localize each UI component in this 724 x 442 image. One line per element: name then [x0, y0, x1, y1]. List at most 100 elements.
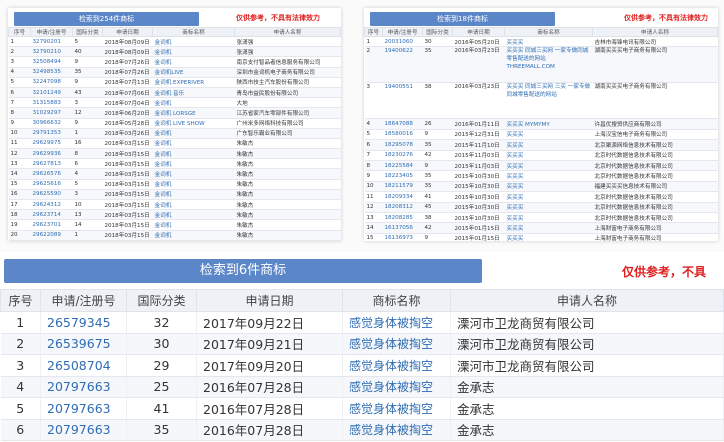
top-area: 检索到254件商标 仅供参考，不具有法律效力 序号 申请/注册号 国际分类 申请日期商…: [0, 0, 724, 252]
cell-reg-no[interactable]: 20797663: [40, 397, 127, 420]
cell-mark-name[interactable]: 金词机 LORSGE: [152, 107, 235, 119]
cell-reg-no[interactable]: 29625590: [30, 189, 73, 201]
cell-reg-no[interactable]: 18295078: [382, 139, 423, 151]
cell-reg-no[interactable]: 18230276: [382, 150, 423, 161]
cell-mark-name[interactable]: 金词机: [152, 46, 235, 58]
cell-mark-name[interactable]: 金词机 LIVE SHOW: [152, 118, 235, 129]
cell-applicant: 溧河市卫龙商贸有限公司: [450, 354, 724, 377]
cell-mark-name[interactable]: 金词机: [152, 128, 235, 139]
cell-reg-no[interactable]: 29629936: [30, 148, 73, 160]
cell-reg-no[interactable]: 32498535: [30, 67, 73, 78]
cell-class: 1: [72, 230, 103, 241]
cell-mark-name[interactable]: 金词机: [152, 219, 235, 231]
cell-mark-name[interactable]: 买买买: [504, 160, 593, 172]
cell-mark-name[interactable]: 金词机: [152, 209, 235, 221]
cell-date: 2018年03月15日: [102, 189, 153, 201]
cell-mark-name[interactable]: 买买买: [504, 233, 593, 241]
right-result-count-button[interactable]: 检索到18件商标: [370, 12, 555, 26]
cell-reg-no[interactable]: 20031060: [382, 36, 423, 48]
cell-mark-name[interactable]: 买买买: [504, 36, 593, 48]
cell-reg-no[interactable]: 18209334: [382, 191, 423, 203]
cell-mark-name[interactable]: 金词机LIVE: [152, 67, 235, 78]
cell-mark-name[interactable]: 感觉身体被掏空: [342, 333, 451, 355]
cell-mark-name[interactable]: 金词机 EXPERIVER: [152, 77, 235, 88]
cell-mark-name[interactable]: 金词机: [152, 97, 235, 109]
bottom-result-count-button[interactable]: 检索到6件商标: [4, 259, 482, 283]
cell-reg-no[interactable]: 18580016: [382, 129, 423, 141]
cell-reg-no[interactable]: 29791353: [30, 128, 73, 139]
cell-mark-name[interactable]: 买买买 MYMYMY: [504, 118, 593, 130]
cell-mark-name[interactable]: 金词机: [152, 199, 235, 211]
cell-reg-no[interactable]: 32101249: [30, 87, 73, 99]
table-row: 12 29629936 8 2018年03月15日 金词机 朱敏杰: [8, 148, 341, 160]
cell-reg-no[interactable]: 18211579: [382, 181, 423, 193]
cell-mark-name[interactable]: 金词机: [152, 230, 235, 241]
cell-mark-name[interactable]: 金词机 音乐: [152, 87, 235, 99]
cell-reg-no[interactable]: 18223405: [382, 170, 423, 182]
cell-reg-no[interactable]: 19400551: [382, 82, 423, 120]
cell-reg-no[interactable]: 18208285: [382, 212, 423, 224]
cell-applicant: 青岛市益民股份有限公司: [234, 87, 341, 99]
cell-reg-no[interactable]: 31315883: [30, 97, 73, 109]
cell-mark-name[interactable]: 买买买 同城三买网 三买 一家专做同城零售配送的网站: [504, 82, 593, 120]
cell-mark-name[interactable]: 金词机: [152, 240, 235, 241]
cell-reg-no[interactable]: 29624312: [30, 199, 73, 211]
cell-mark-name[interactable]: 金词机: [152, 189, 235, 201]
cell-reg-no[interactable]: 29623701: [30, 219, 73, 231]
cell-mark-name[interactable]: 买买买: [504, 170, 593, 182]
cell-mark-name[interactable]: 买买买: [504, 150, 593, 161]
cell-mark-name[interactable]: 买买买 同城三买网 一家专做同城零售配送的网站 THREEMALL.COM: [504, 46, 593, 84]
cell-date: 2016年05月20日: [452, 36, 505, 48]
cell-mark-name[interactable]: 买买买: [504, 181, 593, 193]
cell-mark-name[interactable]: 金词机: [152, 168, 235, 180]
cell-reg-no[interactable]: 30966632: [30, 118, 73, 129]
cell-mark-name[interactable]: 金词机: [152, 56, 235, 68]
cell-reg-no[interactable]: 26508704: [40, 354, 127, 377]
cell-mark-name[interactable]: 感觉身体被掏空: [342, 376, 451, 398]
cell-mark-name[interactable]: 买买买: [504, 222, 593, 234]
cell-seq: 13: [364, 212, 383, 224]
cell-mark-name[interactable]: 买买买: [504, 212, 593, 224]
cell-reg-no[interactable]: 29627813: [30, 158, 73, 170]
cell-mark-name[interactable]: 感觉身体被掏空: [342, 354, 451, 377]
cell-reg-no[interactable]: 20797663: [40, 376, 127, 398]
cell-mark-name[interactable]: 买买买: [504, 139, 593, 151]
cell-class: 35: [422, 170, 453, 182]
cell-reg-no[interactable]: 29623714: [30, 209, 73, 221]
cell-reg-no[interactable]: 32790210: [30, 46, 73, 58]
cell-mark-name[interactable]: 买买买: [504, 129, 593, 141]
cell-mark-name[interactable]: 感觉身体被掏空: [342, 419, 451, 441]
cell-mark-name[interactable]: 金词机: [152, 36, 235, 48]
cell-reg-no[interactable]: 32790201: [30, 36, 73, 48]
cell-reg-no[interactable]: 29621285: [30, 240, 73, 241]
cell-reg-no[interactable]: 16136973: [382, 233, 423, 241]
left-result-count-button[interactable]: 检索到254件商标: [14, 12, 199, 26]
cell-reg-no[interactable]: 19400622: [382, 46, 423, 84]
cell-reg-no[interactable]: 18208312: [382, 202, 423, 213]
cell-reg-no[interactable]: 29622089: [30, 230, 73, 241]
cell-applicant: 朱敏杰: [234, 240, 341, 241]
cell-mark-name[interactable]: 金词机: [152, 179, 235, 190]
cell-applicant: 广州米多网络科技有限公司: [234, 118, 341, 129]
cell-reg-no[interactable]: 29625616: [30, 179, 73, 190]
table-row: 5 32247098 9 2018年07月13日 金词机 EXPERIVER 陕西市技主汽…: [8, 77, 341, 88]
cell-reg-no[interactable]: 18647088: [382, 118, 423, 130]
cell-mark-name[interactable]: 感觉身体被掏空: [342, 311, 451, 334]
cell-reg-no[interactable]: 16137056: [382, 222, 423, 234]
cell-mark-name[interactable]: 金词机: [152, 158, 235, 170]
cell-mark-name[interactable]: 金词机: [152, 138, 235, 150]
cell-mark-name[interactable]: 买买买: [504, 202, 593, 213]
cell-reg-no[interactable]: 32508494: [30, 56, 73, 68]
cell-reg-no[interactable]: 32247098: [30, 77, 73, 88]
cell-reg-no[interactable]: 26579345: [40, 311, 127, 334]
cell-mark-name[interactable]: 金词机: [152, 148, 235, 160]
cell-reg-no[interactable]: 29629975: [30, 138, 73, 150]
cell-reg-no[interactable]: 20797663: [40, 419, 127, 441]
cell-mark-name[interactable]: 感觉身体被掏空: [342, 397, 451, 420]
cell-mark-name[interactable]: 买买买: [504, 191, 593, 203]
cell-reg-no[interactable]: 18225584: [382, 160, 423, 172]
cell-reg-no[interactable]: 26539675: [40, 333, 127, 355]
cell-reg-no[interactable]: 29626576: [30, 168, 73, 180]
cell-reg-no[interactable]: 31029297: [30, 107, 73, 119]
table-row: 1 20031060 30 2016年05月20日 买买买 吉林市海锋电讯有限公司: [364, 36, 718, 48]
